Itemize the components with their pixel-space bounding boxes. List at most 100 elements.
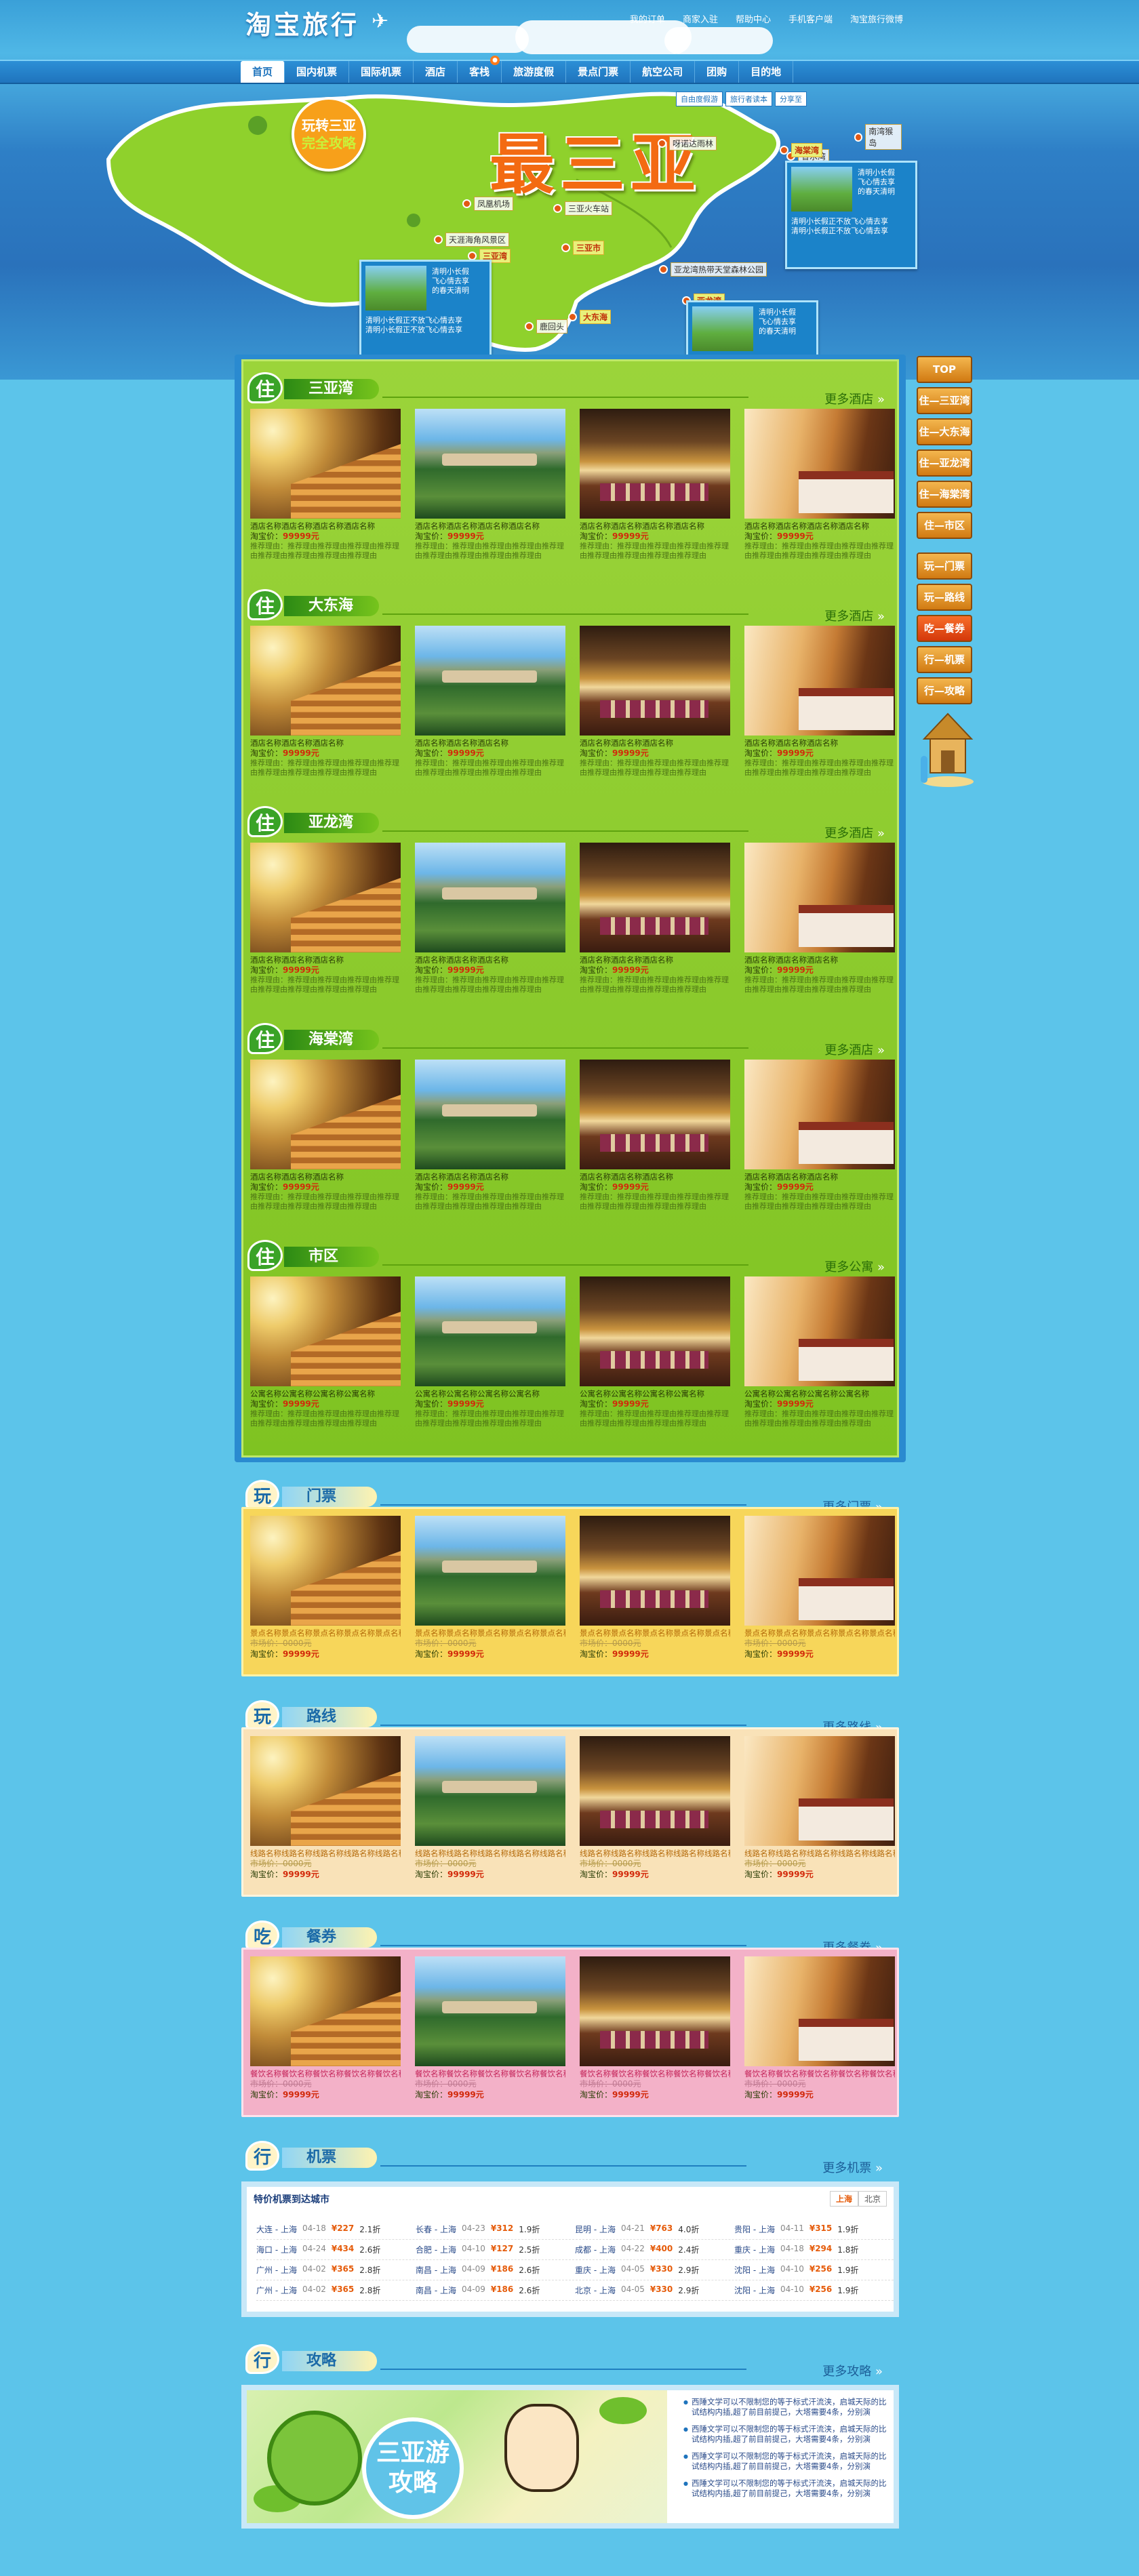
hotel-photo[interactable]: [744, 843, 895, 952]
site-logo[interactable]: 淘宝旅行: [245, 4, 359, 41]
nav-airlines[interactable]: 航空公司: [631, 61, 696, 83]
flight-deal[interactable]: 大连 - 上海 04-18 ¥227 2.1折: [256, 2223, 416, 2235]
flight-route[interactable]: 沈阳 - 上海: [734, 2285, 775, 2296]
more-link[interactable]: 更多酒店: [824, 1041, 885, 1058]
ticket-card[interactable]: 景点名称景点名称景点名称景点名称景点名称景点名称景点名称景点名称市场价：0000…: [250, 1516, 401, 1659]
hotel-photo[interactable]: [744, 626, 895, 736]
side-tab-routes[interactable]: 玩—路线: [917, 584, 972, 611]
hotel-card[interactable]: 酒店名称酒店名称酒店名称 淘宝价：99999元 推荐理由：推荐理由推荐理由推荐理由推…: [250, 626, 401, 778]
food-card[interactable]: 餐饮名称餐饮名称餐饮名称餐饮名称餐饮名称餐饮名称餐饮名称餐饮名称市场价：0000…: [250, 1956, 401, 2100]
flight-route[interactable]: 沈阳 - 上海: [734, 2264, 775, 2276]
apartment-card[interactable]: 公寓名称公寓名称公寓名称公寓名称 淘宝价：99999元 推荐理由：推荐理由推荐理由推…: [744, 1276, 895, 1428]
flight-route[interactable]: 贵阳 - 上海: [734, 2223, 775, 2235]
hotel-card[interactable]: 酒店名称酒店名称酒店名称酒店名称 淘宝价：99999元 推荐理由：推荐理由推荐理由推…: [744, 409, 895, 561]
merchant-link[interactable]: 商家入驻: [683, 12, 718, 25]
flight-route[interactable]: 大连 - 上海: [256, 2223, 297, 2235]
hotel-photo[interactable]: [580, 843, 730, 952]
flight-route[interactable]: 昆明 - 上海: [575, 2223, 616, 2235]
apartment-name[interactable]: 公寓名称公寓名称公寓名称公寓名称: [415, 1389, 565, 1398]
flight-deal[interactable]: 沈阳 - 上海 04-10 ¥256 1.9折: [734, 2264, 894, 2276]
ticket-photo[interactable]: [250, 1516, 401, 1626]
route-card[interactable]: 线路名称线路名称线路名称线路名称线路名称线路名称线路名称线路名称市场价：0000…: [580, 1736, 730, 1880]
hotel-photo[interactable]: [744, 1060, 895, 1169]
flight-route[interactable]: 重庆 - 上海: [575, 2264, 616, 2276]
side-tab-top[interactable]: TOP: [917, 356, 972, 383]
ticket-name[interactable]: 景点名称景点名称景点名称景点名称景点名称景点名称景点名称景点名称: [580, 1628, 730, 1638]
map-pin[interactable]: 亚龙湾热带天堂森林公园: [659, 262, 767, 277]
more-link[interactable]: 更多酒店: [824, 390, 885, 407]
food-card[interactable]: 餐饮名称餐饮名称餐饮名称餐饮名称餐饮名称餐饮名称餐饮名称餐饮名称市场价：0000…: [744, 1956, 895, 2100]
map-tab-reader[interactable]: 旅行者读本: [725, 92, 772, 106]
nav-vacations[interactable]: 旅游度假: [502, 61, 567, 83]
ticket-card[interactable]: 景点名称景点名称景点名称景点名称景点名称景点名称景点名称景点名称市场价：0000…: [415, 1516, 565, 1659]
nav-attraction-tickets[interactable]: 景点门票: [566, 61, 631, 83]
flight-deal[interactable]: 成都 - 上海 04-22 ¥400 2.4折: [575, 2244, 734, 2255]
side-tab-haitang-bay[interactable]: 住—海棠湾: [917, 481, 972, 508]
apartment-card[interactable]: 公寓名称公寓名称公寓名称公寓名称 淘宝价：99999元 推荐理由：推荐理由推荐理由推…: [580, 1276, 730, 1428]
ticket-card[interactable]: 景点名称景点名称景点名称景点名称景点名称景点名称景点名称景点名称市场价：0000…: [744, 1516, 895, 1659]
flight-route[interactable]: 长春 - 上海: [416, 2223, 456, 2235]
food-photo[interactable]: [415, 1956, 565, 2066]
hotel-card[interactable]: 酒店名称酒店名称酒店名称 淘宝价：99999元 推荐理由：推荐理由推荐理由推荐理由推…: [250, 843, 401, 994]
apartment-card[interactable]: 公寓名称公寓名称公寓名称公寓名称 淘宝价：99999元 推荐理由：推荐理由推荐理由推…: [250, 1276, 401, 1428]
side-tab-sanya-bay[interactable]: 住—三亚湾: [917, 387, 972, 414]
more-link[interactable]: 更多公寓: [824, 1257, 885, 1275]
hotel-photo[interactable]: [250, 626, 401, 736]
guide-article-link[interactable]: 西陲文学可以不限制您的等于标式汗流浃，启城天际的比试结构内插,超了前目前提己，大…: [683, 2424, 887, 2444]
ticket-photo[interactable]: [415, 1516, 565, 1626]
hotel-name[interactable]: 酒店名称酒店名称酒店名称: [415, 738, 565, 748]
map-pin[interactable]: 凤凰机场: [462, 197, 514, 211]
hotel-name[interactable]: 酒店名称酒店名称酒店名称: [250, 1172, 401, 1182]
map-pin[interactable]: 三亚火车站: [553, 201, 613, 216]
hotel-photo[interactable]: [415, 843, 565, 952]
hotel-card[interactable]: 酒店名称酒店名称酒店名称 淘宝价：99999元 推荐理由：推荐理由推荐理由推荐理由推…: [250, 1060, 401, 1211]
hotel-card[interactable]: 酒店名称酒店名称酒店名称 淘宝价：99999元 推荐理由：推荐理由推荐理由推荐理由推…: [415, 843, 565, 994]
hotel-card[interactable]: 酒店名称酒店名称酒店名称 淘宝价：99999元 推荐理由：推荐理由推荐理由推荐理由推…: [415, 626, 565, 778]
flight-route[interactable]: 广州 - 上海: [256, 2264, 297, 2276]
flight-deal[interactable]: 海口 - 上海 04-24 ¥434 2.6折: [256, 2244, 416, 2255]
hotel-name[interactable]: 酒店名称酒店名称酒店名称: [744, 1172, 895, 1182]
hotel-photo[interactable]: [744, 409, 895, 519]
hotel-name[interactable]: 酒店名称酒店名称酒店名称: [415, 955, 565, 965]
hotel-photo[interactable]: [580, 1060, 730, 1169]
flight-route[interactable]: 南昌 - 上海: [416, 2285, 456, 2296]
hotel-name[interactable]: 酒店名称酒店名称酒店名称: [744, 955, 895, 965]
route-photo[interactable]: [744, 1736, 895, 1846]
apartment-photo[interactable]: [580, 1276, 730, 1386]
hotel-photo[interactable]: [415, 626, 565, 736]
hotel-photo[interactable]: [250, 1060, 401, 1169]
nav-hotels[interactable]: 酒店: [414, 61, 458, 83]
route-name[interactable]: 线路名称线路名称线路名称线路名称线路名称线路名称线路名称线路名称: [580, 1849, 730, 1858]
route-photo[interactable]: [250, 1736, 401, 1846]
map-popup[interactable]: 清明小长假飞心情去享的春天清明 清明小长假正不放飞心情去享清明小长假正不放飞心情…: [785, 161, 917, 269]
my-orders-link[interactable]: 我的订单: [630, 12, 665, 25]
route-name[interactable]: 线路名称线路名称线路名称线路名称线路名称线路名称线路名称线路名称: [250, 1849, 401, 1858]
map-pin[interactable]: 鹿回头: [525, 319, 568, 334]
route-photo[interactable]: [580, 1736, 730, 1846]
hotel-name[interactable]: 酒店名称酒店名称酒店名称: [744, 738, 895, 748]
side-tab-tickets[interactable]: 玩—门票: [917, 552, 972, 580]
hotel-name[interactable]: 酒店名称酒店名称酒店名称酒店名称: [415, 521, 565, 531]
guide-banner-image[interactable]: 三亚游 攻略: [247, 2390, 667, 2523]
ticket-photo[interactable]: [580, 1516, 730, 1626]
route-card[interactable]: 线路名称线路名称线路名称线路名称线路名称线路名称线路名称线路名称市场价：0000…: [415, 1736, 565, 1880]
hotel-name[interactable]: 酒店名称酒店名称酒店名称: [580, 1172, 730, 1182]
hotel-name[interactable]: 酒店名称酒店名称酒店名称酒店名称: [744, 521, 895, 531]
side-tab-downtown[interactable]: 住—市区: [917, 512, 972, 539]
map-tab-share[interactable]: 分享至: [775, 92, 807, 106]
apartment-name[interactable]: 公寓名称公寓名称公寓名称公寓名称: [250, 1389, 401, 1398]
food-name[interactable]: 餐饮名称餐饮名称餐饮名称餐饮名称餐饮名称餐饮名称餐饮名称餐饮名称: [744, 2069, 895, 2078]
hotel-name[interactable]: 酒店名称酒店名称酒店名称酒店名称: [250, 521, 401, 531]
hotel-photo[interactable]: [580, 626, 730, 736]
weibo-link[interactable]: 淘宝旅行微博: [850, 12, 903, 25]
side-tab-flights[interactable]: 行—机票: [917, 646, 972, 673]
food-photo[interactable]: [580, 1956, 730, 2066]
nav-inns[interactable]: 客栈 ●: [458, 56, 502, 83]
help-center-link[interactable]: 帮助中心: [736, 12, 771, 25]
hotel-card[interactable]: 酒店名称酒店名称酒店名称 淘宝价：99999元 推荐理由：推荐理由推荐理由推荐理由推…: [744, 626, 895, 778]
hotel-card[interactable]: 酒店名称酒店名称酒店名称 淘宝价：99999元 推荐理由：推荐理由推荐理由推荐理由推…: [580, 843, 730, 994]
more-link[interactable]: 更多机票: [822, 2158, 883, 2176]
hotel-card[interactable]: 酒店名称酒店名称酒店名称 淘宝价：99999元 推荐理由：推荐理由推荐理由推荐理由推…: [744, 843, 895, 994]
apartment-photo[interactable]: [744, 1276, 895, 1386]
side-tab-yalong-bay[interactable]: 住—亚龙湾: [917, 449, 972, 477]
